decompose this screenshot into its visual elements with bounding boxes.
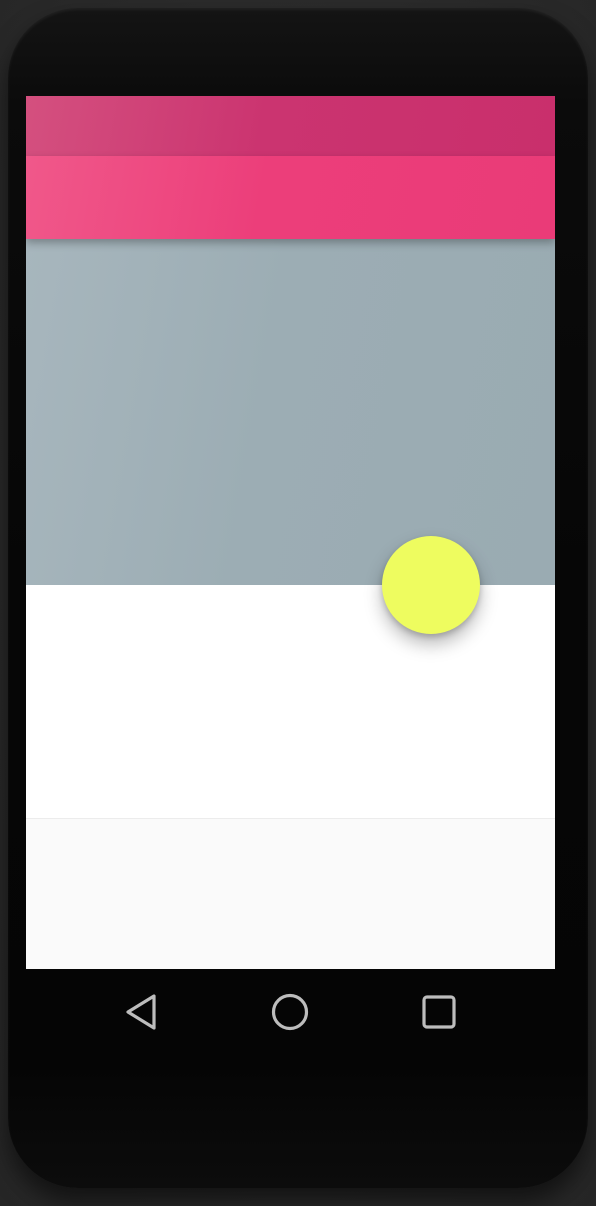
content-card (26, 585, 555, 819)
home-circle-icon (271, 993, 309, 1031)
home-button[interactable] (265, 987, 315, 1037)
floating-action-button[interactable] (382, 536, 480, 634)
back-button[interactable] (117, 987, 167, 1037)
phone-screen (26, 96, 555, 969)
stage (0, 0, 596, 1206)
lower-content-area (26, 819, 555, 969)
recents-button[interactable] (414, 987, 464, 1037)
app-bar (26, 156, 555, 239)
recents-square-icon (422, 995, 456, 1029)
navigation-bar (26, 969, 555, 1059)
hero-image (26, 239, 555, 585)
back-triangle-icon (126, 994, 156, 1030)
status-bar (26, 96, 555, 156)
